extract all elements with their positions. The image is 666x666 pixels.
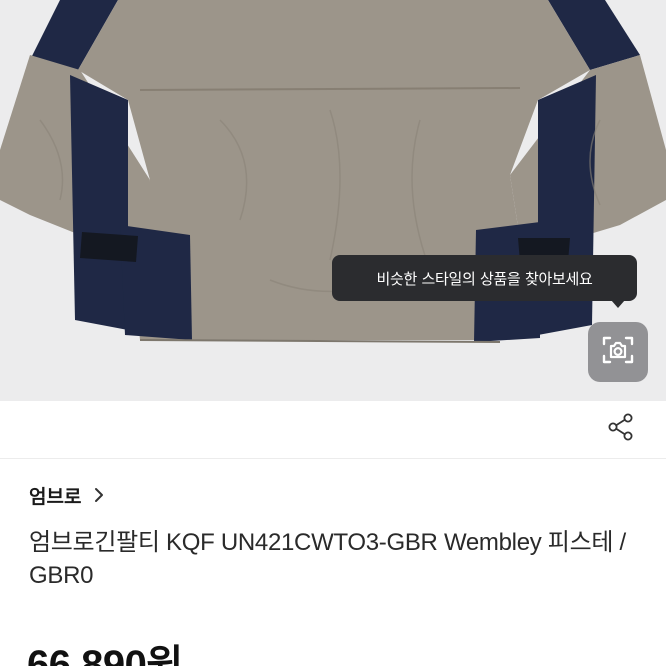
share-icon <box>605 411 637 447</box>
camera-scan-icon <box>598 330 638 374</box>
product-photo-jacket <box>0 0 666 343</box>
tooltip-arrow <box>611 300 625 308</box>
product-price: 66,890원 <box>27 643 183 666</box>
section-divider <box>0 458 666 459</box>
visual-search-button[interactable] <box>588 322 648 382</box>
brand-name: 엄브로 <box>29 485 82 508</box>
share-button[interactable] <box>602 410 640 448</box>
visual-search-tooltip[interactable]: 비슷한 스타일의 상품을 찾아보세요 <box>332 255 637 301</box>
product-title: 엄브로긴팔티 KQF UN421CWTO3-GBR Wembley 피스테 / … <box>29 529 626 589</box>
chevron-right-icon <box>93 487 105 503</box>
product-image[interactable]: 비슷한 스타일의 상품을 찾아보세요 <box>0 0 666 401</box>
visual-search-tooltip-text: 비슷한 스타일의 상품을 찾아보세요 <box>376 269 593 288</box>
brand-link[interactable]: 엄브로 <box>29 482 105 508</box>
